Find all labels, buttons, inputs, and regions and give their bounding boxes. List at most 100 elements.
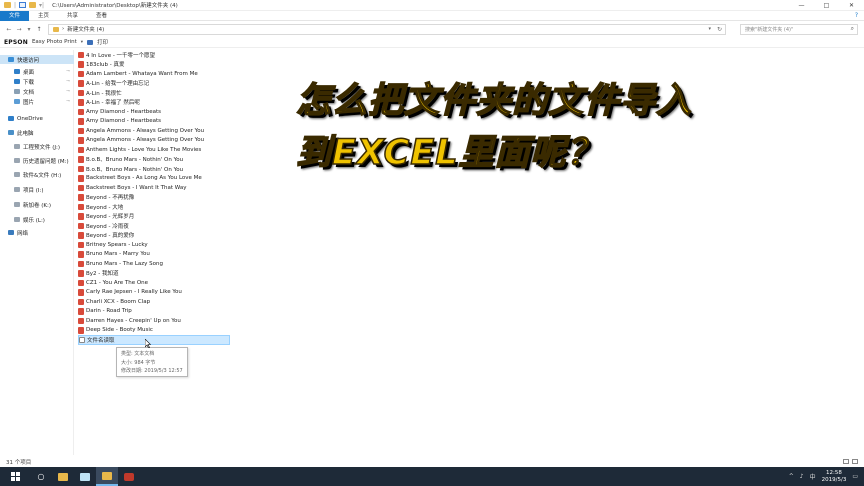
sidebar-item[interactable]: 下载 ⊸ (0, 77, 74, 86)
details-view-icon[interactable] (843, 459, 849, 464)
file-row[interactable]: Deep Side - Booty Music (78, 326, 230, 336)
file-row[interactable]: Adam Lambert - Whataya Want From Me (78, 69, 230, 79)
file-row[interactable]: A-Lin - 幸福了 然后呢 (78, 98, 230, 108)
file-row[interactable]: Beyond - 大地 (78, 202, 230, 212)
minimize-button[interactable]: — (789, 0, 814, 11)
file-row[interactable]: Angela Ammons - Always Getting Over You (78, 126, 230, 136)
maximize-button[interactable]: □ (814, 0, 839, 11)
address-bar[interactable]: › 新建文件夹 (4) ▾ ↻ (48, 23, 726, 35)
volume-icon[interactable]: ♪ (800, 473, 804, 480)
sidebar-item[interactable]: 软件&文件 (H:) (0, 170, 74, 179)
status-bar: 31 个项目 (0, 456, 864, 467)
file-row[interactable]: 4 In Love - 一千零一个愿望 (78, 50, 230, 60)
file-row[interactable]: Backstreet Boys - As Long As You Love Me (78, 174, 230, 184)
start-button[interactable] (0, 467, 30, 486)
back-icon[interactable]: ← (4, 26, 14, 33)
taskbar-search-button[interactable]: ○ (30, 467, 52, 486)
sidebar-item[interactable]: 网络 (0, 228, 74, 237)
cloud-icon (8, 116, 14, 121)
file-row[interactable]: 183club - 真爱 (78, 60, 230, 70)
sidebar-item[interactable]: 娱乐 (L:) (0, 215, 74, 224)
tooltip-size: 大小: 984 字节 (121, 359, 156, 366)
sidebar-item[interactable]: 文档 ⊸ (0, 87, 74, 96)
recent-locations-icon[interactable]: ▾ (24, 26, 34, 33)
file-row[interactable]: B.o.B、Bruno Mars - Nothin' On You (78, 155, 230, 165)
pin-icon: ⊸ (66, 69, 70, 74)
breadcrumb[interactable]: 新建文件夹 (4) (67, 25, 104, 33)
file-row[interactable]: Beyond - 光辉岁月 (78, 212, 230, 222)
file-row[interactable]: Anthem Lights - Love You Like The Movies (78, 145, 230, 155)
file-row[interactable]: 文件名读取 (78, 335, 230, 345)
audio-file-icon (78, 203, 84, 210)
document-icon (14, 89, 20, 94)
file-row[interactable]: B.o.B、Bruno Mars - Nothin' On You (78, 164, 230, 174)
file-name: Beyond - 真的爱你 (86, 233, 135, 240)
search-input[interactable]: 搜索"新建文件夹 (4)" ⌕ (740, 23, 858, 35)
refresh-icon[interactable]: ↻ (717, 26, 722, 33)
print-button[interactable]: 打印 (97, 38, 108, 46)
sidebar-item[interactable]: 新加卷 (K:) (0, 200, 74, 209)
sidebar-item[interactable]: 桌面 ⊸ (0, 67, 74, 76)
file-name: CZ1 - You Are The One (86, 279, 149, 286)
file-row[interactable]: A-Lin - 我很忙 (78, 88, 230, 98)
search-placeholder: 搜索"新建文件夹 (4)" (745, 26, 794, 33)
up-icon[interactable]: ↑ (34, 26, 44, 33)
file-row[interactable]: Bruno Mars - The Lazy Song (78, 259, 230, 269)
file-name: Darren Hayes - Creepin' Up on You (86, 317, 181, 324)
tab-view[interactable]: 查看 (87, 11, 116, 21)
drive-icon (14, 217, 20, 222)
sidebar-item[interactable]: 此电脑 (0, 128, 74, 137)
file-name: Darin - Road Trip (86, 308, 132, 315)
chevron-down-icon[interactable]: ▾ (81, 40, 83, 45)
sidebar-item[interactable]: 项目 (I:) (0, 185, 74, 194)
taskbar-app-explorer-active[interactable] (96, 467, 118, 486)
sidebar-item[interactable]: 工程预文件 (J:) (0, 142, 74, 151)
file-row[interactable]: Angela Ammons - Always Getting Over You (78, 136, 230, 146)
file-row[interactable]: CZ1 - You Are The One (78, 278, 230, 288)
taskbar-app-recorder[interactable] (118, 467, 140, 486)
file-name: B.o.B、Bruno Mars - Nothin' On You (86, 157, 184, 164)
help-icon[interactable]: ? (855, 12, 858, 19)
clock[interactable]: 12:58 2019/5/3 (822, 470, 847, 484)
input-method-icon[interactable]: 中 (810, 472, 816, 481)
sidebar-item[interactable]: OneDrive (0, 114, 74, 123)
close-button[interactable]: ✕ (839, 0, 864, 11)
tab-file[interactable]: 文件 (0, 10, 30, 21)
file-row[interactable]: Beyond - 不再犹豫 (78, 193, 230, 203)
view-switcher (843, 459, 858, 464)
file-row[interactable]: Amy Diamond - Heartbeats (78, 107, 230, 117)
audio-file-icon (78, 118, 84, 125)
file-row[interactable]: Darin - Road Trip (78, 307, 230, 317)
address-dropdown-icon[interactable]: ▾ (708, 26, 711, 32)
tab-home[interactable]: 主页 (29, 11, 58, 21)
audio-file-icon (78, 279, 84, 286)
easy-photo-print-button[interactable]: Easy Photo Print (32, 39, 77, 45)
tooltip-type: 类型: 文本文档 (121, 351, 155, 357)
file-row[interactable]: Beyond - 冷雨夜 (78, 221, 230, 231)
file-row[interactable]: Charli XCX - Boom Clap (78, 297, 230, 307)
notifications-icon[interactable]: ▭ (852, 473, 858, 480)
file-row[interactable]: Britney Spears - Lucky (78, 240, 230, 250)
sidebar-item[interactable]: 图片 ⊸ (0, 97, 74, 106)
file-row[interactable]: Backstreet Boys - I Want It That Way (78, 183, 230, 193)
properties-icon[interactable] (19, 2, 27, 8)
file-row[interactable]: Darren Hayes - Creepin' Up on You (78, 316, 230, 326)
forward-icon[interactable]: → (14, 26, 24, 33)
file-explorer-icon (58, 472, 68, 481)
taskbar-app-notepad[interactable] (74, 467, 96, 486)
file-row[interactable]: Bruno Mars - Marry You (78, 250, 230, 260)
file-name: Anthem Lights - Love You Like The Movies (86, 146, 202, 153)
sidebar-item[interactable]: 历史遗留问题 (M:) (0, 156, 74, 165)
file-row[interactable]: Carly Rae Jepsen - I Really Like You (78, 288, 230, 298)
sidebar-item[interactable]: 快速访问 (0, 55, 74, 64)
tab-share[interactable]: 共享 (58, 11, 87, 21)
file-row[interactable]: A-Lin - 给我一个理由忘记 (78, 79, 230, 89)
large-icons-view-icon[interactable] (852, 459, 858, 464)
new-folder-icon[interactable] (29, 2, 37, 8)
file-row[interactable]: Beyond - 真的爱你 (78, 231, 230, 241)
file-row[interactable]: By2 - 我知道 (78, 269, 230, 279)
audio-file-icon (78, 146, 84, 153)
show-hidden-icons-icon[interactable]: ^ (789, 473, 794, 480)
file-row[interactable]: Amy Diamond - Heartbeats (78, 117, 230, 127)
taskbar-app-explorer[interactable] (52, 467, 74, 486)
